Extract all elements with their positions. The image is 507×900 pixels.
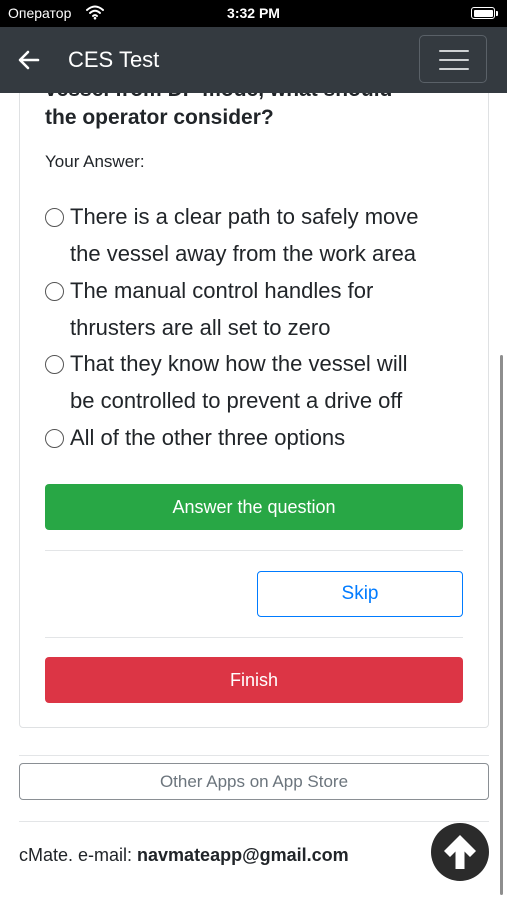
your-answer-label: Your Answer: bbox=[45, 152, 145, 171]
divider bbox=[19, 755, 489, 756]
radio-button[interactable] bbox=[45, 282, 64, 301]
option-text: That they know how the vessel will be co… bbox=[70, 351, 408, 413]
app-screen: Оператор 3:32 PM vessel from DP mode, wh… bbox=[0, 0, 507, 900]
option-text: There is a clear path to safely move the… bbox=[70, 204, 419, 266]
menu-bar-icon bbox=[439, 68, 469, 70]
divider bbox=[45, 637, 463, 638]
divider bbox=[45, 550, 463, 551]
radio-button[interactable] bbox=[45, 429, 64, 448]
divider bbox=[19, 821, 489, 822]
arrow-up-icon bbox=[444, 835, 476, 869]
answer-option-4[interactable]: All of the other three options bbox=[45, 419, 475, 456]
scroll-to-top-button[interactable] bbox=[431, 823, 489, 881]
option-text: All of the other three options bbox=[70, 425, 346, 450]
battery-tip bbox=[496, 11, 498, 16]
footer-prefix: cMate. e-mail: bbox=[19, 845, 138, 865]
radio-button[interactable] bbox=[45, 208, 64, 227]
menu-bar-icon bbox=[439, 59, 469, 61]
question-line-last: the operator consider? bbox=[45, 106, 274, 129]
back-arrow-icon[interactable] bbox=[16, 47, 42, 73]
other-apps-button[interactable]: Other Apps on App Store bbox=[19, 763, 489, 800]
finish-button[interactable]: Finish bbox=[45, 657, 463, 703]
option-text: The manual control handles for thrusters… bbox=[70, 278, 374, 340]
footer-email-link[interactable]: navmateapp@gmail.com bbox=[137, 845, 349, 865]
status-bar: Оператор 3:32 PM bbox=[0, 0, 507, 27]
skip-button[interactable]: Skip bbox=[257, 571, 463, 617]
answer-option-1[interactable]: There is a clear path to safely move the… bbox=[45, 198, 475, 272]
answer-option-3[interactable]: That they know how the vessel will be co… bbox=[45, 345, 475, 419]
radio-button[interactable] bbox=[45, 355, 64, 374]
footer-contact: cMate. e-mail: navmateapp@gmail.com bbox=[19, 845, 349, 866]
scrollbar[interactable] bbox=[500, 355, 503, 895]
page-title: CES Test bbox=[68, 47, 160, 72]
status-time: 3:32 PM bbox=[227, 5, 280, 21]
answer-option-2[interactable]: The manual control handles for thrusters… bbox=[45, 272, 475, 346]
answer-question-button[interactable]: Answer the question bbox=[45, 484, 463, 530]
hamburger-menu-button[interactable] bbox=[419, 35, 487, 83]
app-navbar: CES Test bbox=[0, 27, 507, 93]
menu-bar-icon bbox=[439, 50, 469, 52]
battery-icon bbox=[471, 7, 495, 19]
